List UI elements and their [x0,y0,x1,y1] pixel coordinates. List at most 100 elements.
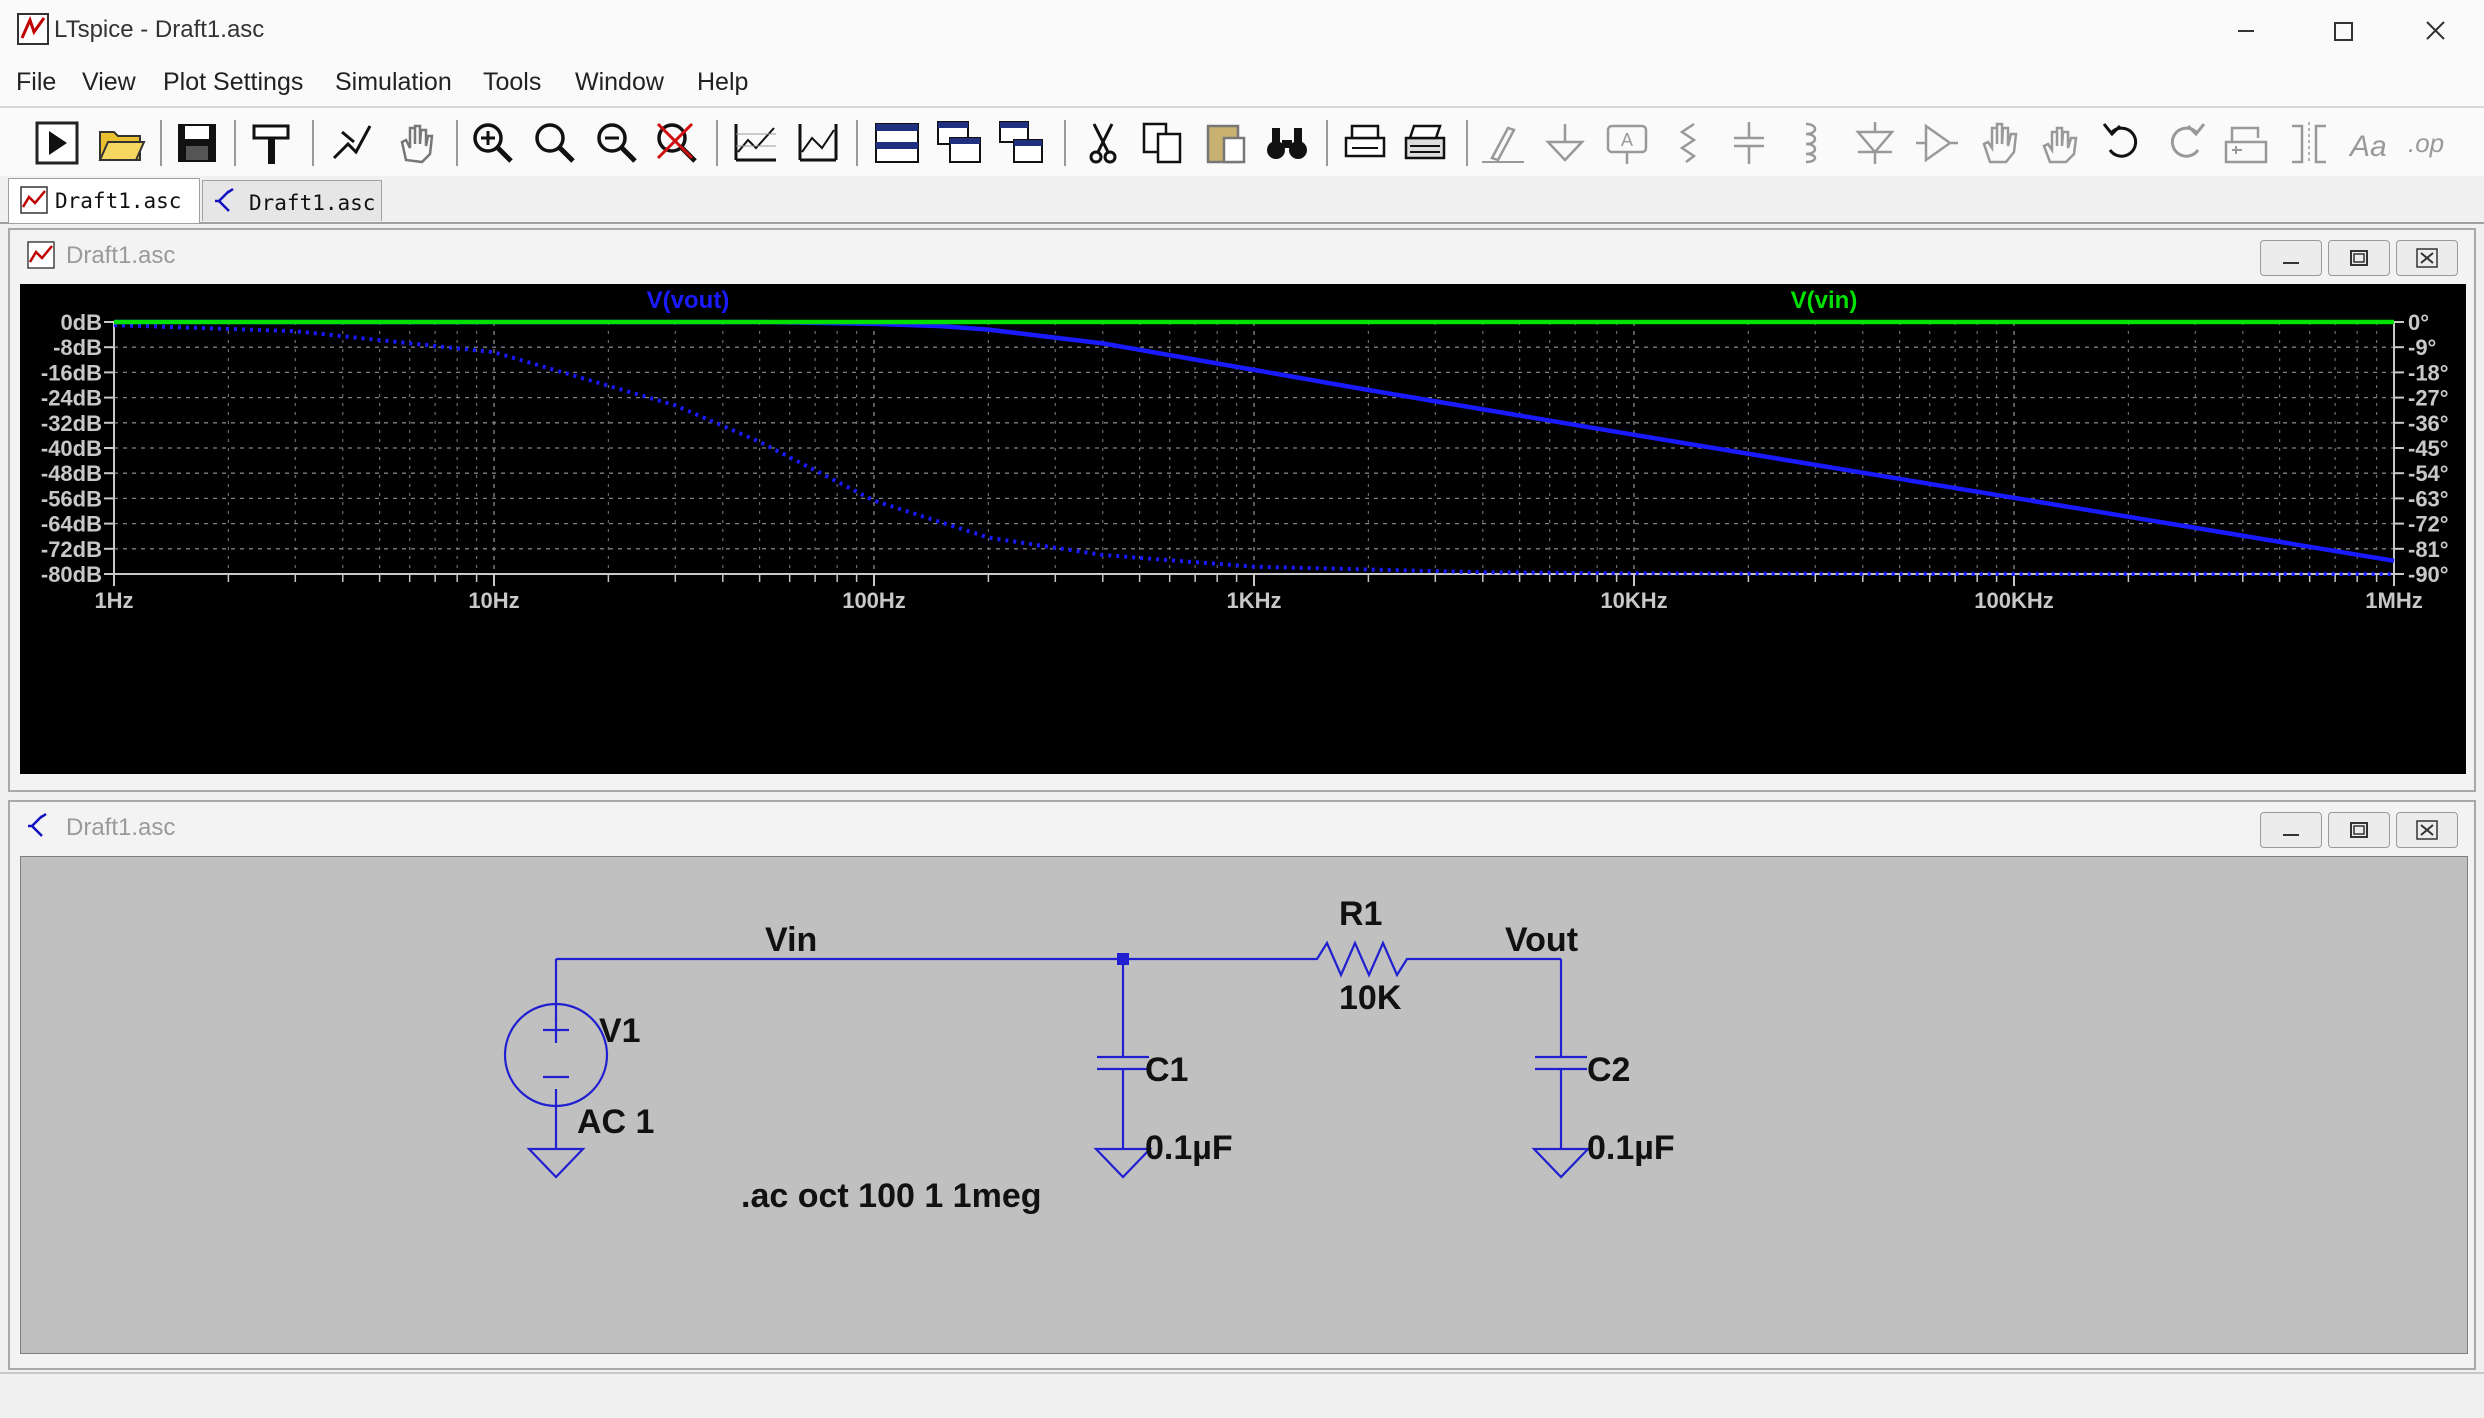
menu-help[interactable]: Help [697,68,748,97]
menu-view[interactable]: View [82,68,136,97]
redo-icon[interactable] [2160,118,2210,168]
trace-label-vin[interactable]: V(vin) [1791,287,1858,314]
c1-value-label[interactable]: 0.1µF [1145,1129,1233,1167]
plot-minimize-button[interactable] [2260,240,2322,276]
copy-icon[interactable] [1138,118,1188,168]
y-tick-label-right: -90° [2408,562,2449,587]
minimize-button[interactable] [2200,8,2290,54]
undo-icon[interactable] [2098,118,2148,168]
r1-symbol[interactable] [1123,940,1561,978]
net-label-vin[interactable]: Vin [765,921,817,959]
find-icon[interactable] [1262,118,1312,168]
print-preview-icon[interactable] [1340,118,1390,168]
schematic-close-button[interactable] [2396,812,2458,848]
svg-text:Aa: Aa [2348,130,2387,163]
menu-window[interactable]: Window [575,68,664,97]
menu-simulation[interactable]: Simulation [335,68,452,97]
tile-horizontal-icon[interactable] [872,118,922,168]
trace-label-vout[interactable]: V(vout) [647,287,730,314]
paste-icon[interactable] [1200,118,1250,168]
tab-waveform-draft1[interactable]: Draft1.asc [8,178,200,223]
run-icon[interactable] [32,118,82,168]
menu-tools[interactable]: Tools [483,68,541,97]
junction-dot [1117,953,1129,965]
plot-autoscale-icon[interactable] [730,118,780,168]
rotate-icon[interactable] [2222,118,2272,168]
schematic-drawing[interactable]: Vin Vout V1 AC 1 R1 10K C1 0.1µF C2 0.1µ… [21,857,2467,1353]
zoom-in-icon[interactable] [468,118,518,168]
y-tick-label-right: -63° [2408,486,2449,511]
probe-icon[interactable] [326,118,376,168]
inductor-icon[interactable] [1786,118,1836,168]
close-window-button[interactable] [2390,8,2480,54]
toolbar-separator [716,120,718,166]
toolbar-separator [1466,120,1468,166]
plot-close-button[interactable] [2396,240,2458,276]
menu-plot-settings[interactable]: Plot Settings [163,68,303,97]
text-icon[interactable]: Aa [2346,118,2396,168]
tab-schematic-draft1[interactable]: Draft1.asc [202,180,382,221]
pan-hand-icon[interactable] [390,118,440,168]
svg-text:A: A [1621,130,1633,150]
ground-v1[interactable] [526,1147,586,1179]
plot-window-titlebar[interactable]: Draft1.asc [10,230,2474,280]
c2-name-label[interactable]: C2 [1587,1051,1630,1089]
mirror-icon[interactable] [2284,118,2334,168]
plot-restore-button[interactable] [2328,240,2390,276]
maximize-button[interactable] [2298,8,2388,54]
toolbar-separator [312,120,314,166]
zoom-out-icon[interactable] [592,118,642,168]
toolbar-separator [456,120,458,166]
cut-icon[interactable] [1078,118,1128,168]
zoom-area-icon[interactable] [530,118,580,168]
ground-icon[interactable] [1540,118,1590,168]
hammer-icon[interactable] [248,118,298,168]
c1-name-label[interactable]: C1 [1145,1051,1188,1089]
y-tick-label-left: -40dB [41,436,102,461]
r1-value-label[interactable]: 10K [1339,979,1402,1017]
save-icon[interactable] [172,118,222,168]
plot-window: Draft1.asc 0dB 0° -8dB -9° -16dB -18° -24dB -27… [8,228,2476,792]
net-label-vout[interactable]: Vout [1505,921,1578,959]
cascade-alt-icon[interactable] [996,118,1046,168]
ground-c1[interactable] [1093,1147,1153,1179]
v1-name-label[interactable]: V1 [599,1012,641,1050]
menu-file[interactable]: File [16,68,56,97]
spice-directive[interactable]: .ac oct 100 1 1meg [741,1177,1042,1215]
c1-symbol[interactable] [1097,1055,1149,1071]
print-icon[interactable] [1400,118,1450,168]
y-tick-label-right: -45° [2408,436,2449,461]
c2-symbol[interactable] [1535,1055,1587,1071]
schematic-minimize-button[interactable] [2260,812,2322,848]
schematic-restore-button[interactable] [2328,812,2390,848]
v1-plus [543,1017,569,1043]
y-tick-label-left: -48dB [41,461,102,486]
plot-pane[interactable]: 0dB 0° -8dB -9° -16dB -18° -24dB -27° -32dB -36° -… [20,284,2466,774]
plot-settings-icon[interactable] [792,118,842,168]
y-tick-label-right: 0° [2408,310,2429,335]
v1-value-label[interactable]: AC 1 [577,1103,654,1141]
x-tick-label: 10Hz [468,588,519,613]
c2-value-label[interactable]: 0.1µF [1587,1129,1675,1167]
x-tick-label: 10KHz [1600,588,1667,613]
schematic-window-title: Draft1.asc [66,814,176,841]
component-icon[interactable] [1912,118,1962,168]
schematic-window: Draft1.asc Vin Vout V1 AC 1 R1 10K C1 0.… [8,800,2476,1370]
ground-c2[interactable] [1531,1147,1591,1179]
capacitor-icon[interactable] [1724,118,1774,168]
zoom-cancel-icon[interactable] [652,118,702,168]
label-net-icon[interactable]: A [1602,118,1652,168]
schematic-window-titlebar[interactable]: Draft1.asc [10,802,2474,852]
open-icon[interactable] [96,118,146,168]
resistor-icon[interactable] [1664,118,1714,168]
spice-directive-icon[interactable]: .op [2406,118,2456,168]
cascade-icon[interactable] [934,118,984,168]
x-tick-label: 100Hz [842,588,906,613]
diode-icon[interactable] [1850,118,1900,168]
drag-icon[interactable] [2034,118,2084,168]
schematic-canvas[interactable]: Vin Vout V1 AC 1 R1 10K C1 0.1µF C2 0.1µ… [20,856,2468,1354]
r1-name-label[interactable]: R1 [1339,895,1382,933]
bode-plot[interactable]: 0dB 0°-8dB -9°-16dB -18°-24dB -27°-32dB -36°-… [20,284,2466,774]
move-icon[interactable] [1974,118,2024,168]
wire-icon[interactable] [1478,118,1528,168]
